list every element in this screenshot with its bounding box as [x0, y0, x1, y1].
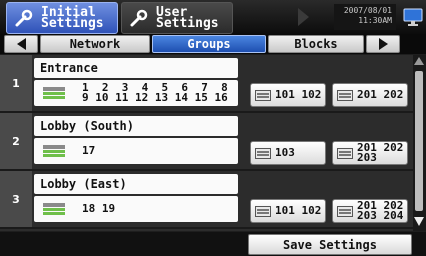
tab-prev-button[interactable]	[4, 35, 38, 53]
tab-next-button[interactable]	[366, 35, 400, 53]
group-units-field[interactable]: 1 2 3 4 5 6 7 8 9 10 11 12 13 14 15 16	[34, 80, 238, 106]
device-button-b[interactable]: 201 202 203	[332, 141, 408, 165]
group-number: 1	[0, 55, 32, 111]
tab-user-settings-label: User Settings	[156, 5, 219, 31]
tabs-row: Network Groups Blocks	[0, 34, 426, 54]
device-button-b[interactable]: 201 202	[332, 83, 408, 107]
tab-blocks[interactable]: Blocks	[268, 35, 364, 53]
device-button-label: 201 202	[357, 88, 404, 101]
group-units-field[interactable]: 18 19	[34, 196, 238, 222]
bottom-bar: Save Settings	[0, 232, 426, 256]
device-icon	[337, 147, 353, 159]
device-button-a[interactable]: 101 102	[250, 83, 326, 107]
group-name-field[interactable]: Lobby (South)	[34, 116, 238, 136]
group-name-field[interactable]: Entrance	[34, 58, 238, 78]
device-button-label: 201 202 203 204	[357, 199, 404, 222]
scrollbar-thumb[interactable]	[415, 71, 423, 211]
device-icon	[337, 205, 353, 217]
wrench-icon	[128, 7, 150, 29]
group-number: 3	[0, 171, 32, 227]
device-icon	[337, 89, 353, 101]
device-icon	[255, 147, 271, 159]
wrench-icon	[13, 7, 35, 29]
device-icon	[255, 205, 271, 217]
monitor-icon[interactable]	[402, 6, 424, 28]
left-arrow-icon	[16, 38, 26, 50]
group-addresses: 17	[82, 144, 96, 157]
group-addresses: 18 19	[82, 202, 116, 215]
device-button-a[interactable]: 103	[250, 141, 326, 165]
right-arrow-icon	[378, 38, 388, 50]
device-button-label: 103	[275, 146, 295, 159]
tab-initial-settings-label: Initial Settings	[41, 5, 104, 31]
datetime-display: 2007/08/01 11:30AM	[334, 4, 396, 30]
scrollbar[interactable]	[413, 55, 426, 231]
next-arrow-icon[interactable]	[298, 8, 309, 26]
tab-user-settings[interactable]: User Settings	[121, 2, 233, 34]
device-button-label: 101 102	[275, 204, 322, 217]
indoor-unit-icon	[43, 87, 65, 99]
device-button-label: 201 202 203	[357, 141, 404, 164]
datetime-text: 2007/08/01 11:30AM	[343, 6, 392, 25]
scroll-down-icon[interactable]	[414, 217, 424, 226]
group-row: 1 Entrance 1 2 3 4 5 6 7 8 9 10 11 12 13…	[0, 55, 413, 113]
group-row: 2 Lobby (South) 17 103 201 202 203	[0, 113, 413, 171]
group-units-field[interactable]: 17	[34, 138, 238, 164]
group-number: 2	[0, 113, 32, 169]
device-button-label: 101 102	[275, 88, 322, 101]
device-icon	[255, 89, 271, 101]
scroll-up-icon[interactable]	[414, 57, 424, 65]
top-bar: Initial Settings User Settings 2007/08/0…	[0, 0, 426, 34]
group-addresses: 1 2 3 4 5 6 7 8 9 10 11 12 13 14 15 16	[82, 81, 228, 104]
tab-network[interactable]: Network	[40, 35, 150, 53]
group-list: 1 Entrance 1 2 3 4 5 6 7 8 9 10 11 12 13…	[0, 55, 413, 231]
tab-initial-settings[interactable]: Initial Settings	[6, 2, 118, 34]
device-button-b[interactable]: 201 202 203 204	[332, 199, 408, 223]
indoor-unit-icon	[43, 145, 65, 157]
group-row: 3 Lobby (East) 18 19 101 102 201 202 203…	[0, 171, 413, 229]
save-settings-button[interactable]: Save Settings	[248, 234, 412, 255]
device-button-a[interactable]: 101 102	[250, 199, 326, 223]
tab-groups[interactable]: Groups	[152, 35, 266, 53]
group-name-field[interactable]: Lobby (East)	[34, 174, 238, 194]
indoor-unit-icon	[43, 203, 65, 215]
